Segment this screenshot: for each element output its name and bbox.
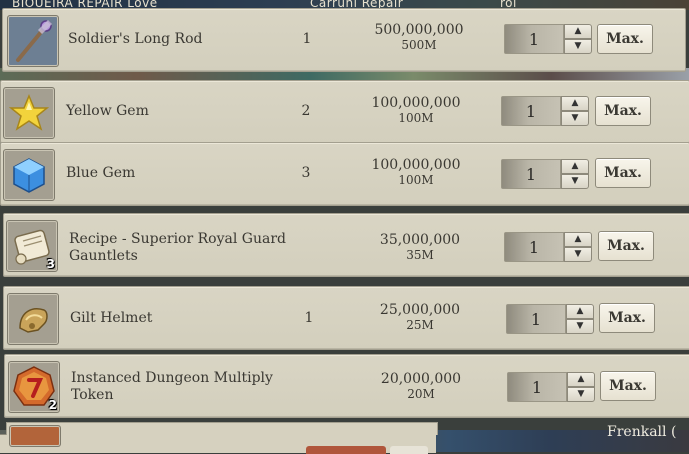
lower-panel-white-button[interactable]	[390, 446, 428, 454]
item-name: Blue Gem	[66, 165, 136, 181]
increment-button[interactable]: ▲	[566, 304, 594, 319]
item-price-full: 100,000,000	[371, 157, 461, 173]
quantity-input[interactable]: 1	[504, 24, 564, 54]
max-button[interactable]: Max.	[597, 24, 653, 54]
item-price: 25,000,000 25M	[365, 302, 475, 333]
dungeon-token-icon[interactable]: 2	[8, 361, 60, 413]
character-name: Frenkall (	[607, 424, 677, 440]
item-name: Yellow Gem	[66, 103, 149, 119]
increment-button[interactable]: ▲	[561, 159, 589, 174]
item-price: 100,000,000 100M	[361, 157, 471, 188]
recipe-scroll-icon[interactable]: 3	[6, 220, 58, 272]
quantity-input[interactable]: 1	[501, 96, 561, 126]
blue-gem-icon[interactable]	[3, 149, 55, 201]
lower-panel-red-button[interactable]	[306, 446, 386, 454]
item-row: 2 Instanced Dungeon Multiply Token 20,00…	[4, 354, 689, 418]
helmet-icon[interactable]	[7, 293, 59, 345]
quantity-stepper: 1 ▲ ▼	[504, 24, 594, 56]
item-price-short: 20M	[407, 387, 435, 401]
decrement-button[interactable]: ▼	[561, 111, 589, 126]
max-button[interactable]: Max.	[600, 371, 656, 401]
increment-button[interactable]: ▲	[564, 232, 592, 247]
decrement-button[interactable]: ▼	[564, 247, 592, 262]
item-row-partial	[6, 422, 438, 447]
max-button[interactable]: Max.	[595, 96, 651, 126]
quantity-input[interactable]: 1	[501, 159, 561, 189]
item-price: 500,000,000 500M	[364, 22, 474, 53]
item-row: Yellow Gem 2 100,000,000 100M 1 ▲ ▼ Max.	[0, 80, 689, 144]
item-price-full: 500,000,000	[374, 22, 464, 38]
item-price: 35,000,000 35M	[365, 232, 475, 263]
item-price-short: 500M	[401, 38, 437, 52]
item-price-full: 20,000,000	[380, 371, 462, 387]
yellow-gem-icon[interactable]	[3, 87, 55, 139]
max-button[interactable]: Max.	[599, 303, 655, 333]
quantity-stepper: 1 ▲ ▼	[507, 372, 597, 404]
item-price: 20,000,000 20M	[366, 371, 476, 402]
item-count: 2	[301, 103, 311, 119]
item-count: 3	[301, 165, 311, 181]
item-price-full: 100,000,000	[371, 95, 461, 111]
item-count: 1	[302, 31, 312, 47]
item-row: Gilt Helmet 1 25,000,000 25M 1 ▲ ▼ Max.	[3, 286, 689, 350]
item-name: Soldier's Long Rod	[68, 31, 203, 47]
item-price-full: 25,000,000	[379, 302, 461, 318]
quantity-input[interactable]: 1	[504, 232, 564, 262]
decrement-button[interactable]: ▼	[566, 319, 594, 334]
increment-button[interactable]: ▲	[561, 96, 589, 111]
quantity-stepper: 1 ▲ ▼	[506, 304, 596, 336]
decrement-button[interactable]: ▼	[561, 174, 589, 189]
increment-button[interactable]: ▲	[564, 24, 592, 39]
quantity-stepper: 1 ▲ ▼	[504, 232, 594, 264]
item-name: Recipe - Superior Royal Guard Gauntlets	[69, 231, 286, 264]
quantity-input[interactable]: 1	[506, 304, 566, 334]
stack-count-badge: 3	[46, 257, 55, 271]
quantity-stepper: 1 ▲ ▼	[501, 159, 591, 191]
item-icon[interactable]	[9, 425, 61, 447]
item-price: 100,000,000 100M	[361, 95, 471, 126]
item-price-short: 100M	[398, 111, 434, 125]
max-button[interactable]: Max.	[598, 231, 654, 261]
stack-count-badge: 2	[48, 398, 57, 412]
decrement-button[interactable]: ▼	[564, 39, 592, 54]
item-name: Gilt Helmet	[70, 310, 153, 326]
max-button[interactable]: Max.	[595, 158, 651, 188]
item-row: Soldier's Long Rod 1 500,000,000 500M 1 …	[2, 8, 686, 72]
quantity-stepper: 1 ▲ ▼	[501, 96, 591, 128]
quantity-input[interactable]: 1	[507, 372, 567, 402]
item-price-short: 35M	[406, 248, 434, 262]
item-name: Instanced Dungeon Multiply Token	[71, 370, 273, 403]
item-count: 1	[304, 310, 314, 326]
item-price-full: 35,000,000	[379, 232, 461, 248]
item-row: Blue Gem 3 100,000,000 100M 1 ▲ ▼ Max.	[0, 142, 689, 206]
decrement-button[interactable]: ▼	[567, 387, 595, 402]
item-row: 3 Recipe - Superior Royal Guard Gauntlet…	[3, 213, 689, 277]
item-price-short: 100M	[398, 173, 434, 187]
item-price-short: 25M	[406, 318, 434, 332]
increment-button[interactable]: ▲	[567, 372, 595, 387]
rod-icon[interactable]	[7, 15, 59, 67]
